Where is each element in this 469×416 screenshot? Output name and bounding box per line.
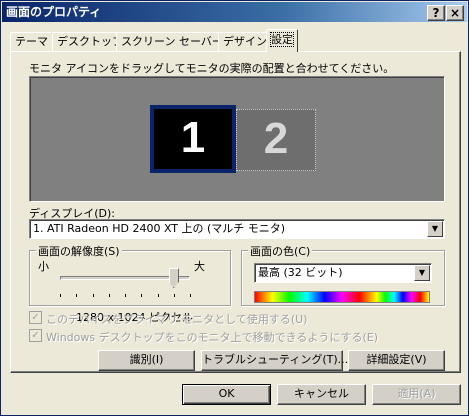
monitor-1[interactable]: 1 (150, 105, 236, 173)
display-select-value: 1. ATI Radeon HD 2400 XT 上の (マルチ モニタ) (33, 222, 286, 235)
tab-screensaver[interactable]: スクリーン セーバー (116, 32, 228, 51)
close-icon: × (449, 6, 461, 20)
troubleshoot-button[interactable]: トラブルシューティング(T)... (201, 350, 348, 371)
color-quality-value: 最高 (32 ビット) (258, 266, 343, 279)
monitor-1-number: 1 (154, 109, 232, 169)
ok-button[interactable]: OK (182, 384, 271, 405)
instruction-text: モニタ アイコンをドラッグしてモニタの実際の配置と合わせてください。 (29, 62, 395, 75)
title-bar[interactable]: 画面のプロパティ ? × (2, 2, 467, 22)
monitor-2[interactable]: 2 (236, 109, 316, 171)
tab-themes[interactable]: テーマ (10, 32, 53, 51)
color-quality-select[interactable]: 最高 (32 ビット) ▼ (254, 263, 432, 283)
resolution-min-label: 小 (38, 260, 49, 273)
primary-monitor-checkbox[interactable]: ✓ (29, 311, 42, 324)
checkmark-icon: ✓ (31, 312, 40, 323)
display-select[interactable]: 1. ATI Radeon HD 2400 XT 上の (マルチ モニタ) ▼ (29, 219, 445, 239)
color-group: 画面の色(C) 最高 (32 ビット) ▼ (241, 243, 445, 306)
slider-tick (190, 294, 191, 297)
slider-tick (76, 294, 78, 297)
tab-appearance[interactable]: デザイン (218, 32, 272, 51)
extend-desktop-label: Windows デスクトップをこのモニタ上で移動できるようにする(E) (46, 331, 379, 344)
chevron-down-icon: ▼ (418, 268, 426, 277)
identify-button[interactable]: 識別(I) (98, 350, 195, 371)
tab-settings[interactable]: 設定 (266, 29, 298, 52)
settings-panel: モニタ アイコンをドラッグしてモニタの実際の配置と合わせてください。 1 2 デ… (10, 51, 461, 373)
display-properties-window: 画面のプロパティ ? × テーマ デスクトップ スクリーン セーバー デザイン … (0, 0, 469, 416)
color-group-label: 画面の色(C) (248, 243, 313, 259)
chevron-down-icon: ▼ (431, 224, 439, 233)
advanced-button[interactable]: 詳細設定(V) (348, 350, 445, 371)
resolution-group: 画面の解像度(S) 小 大 1280 x 1024 ピクセル (29, 243, 231, 324)
slider-tick (125, 294, 126, 297)
help-button[interactable]: ? (427, 5, 445, 21)
checkmark-icon: ✓ (31, 330, 40, 341)
help-icon: ? (432, 6, 440, 20)
close-button[interactable]: × (446, 5, 464, 21)
primary-monitor-label: このデバイスをプライマリ モニタとして使用する(U) (46, 313, 308, 326)
slider-tick (60, 294, 61, 297)
apply-button[interactable]: 適用(A) (372, 384, 461, 405)
slider-tick (108, 294, 110, 297)
color-dropdown-button[interactable]: ▼ (414, 265, 430, 281)
display-dropdown-button[interactable]: ▼ (427, 221, 443, 237)
color-spectrum-bar (254, 291, 430, 303)
resolution-slider-thumb[interactable] (168, 268, 179, 288)
cancel-button[interactable]: キャンセル (277, 384, 366, 405)
resolution-max-label: 大 (194, 260, 205, 273)
slider-tick (92, 294, 94, 297)
monitor-2-number: 2 (263, 114, 289, 163)
extend-desktop-checkbox[interactable]: ✓ (29, 329, 42, 342)
slider-tick (141, 294, 143, 297)
slider-tick (173, 294, 175, 297)
monitor-arrangement-area[interactable]: 1 2 (29, 76, 445, 202)
slider-tick (157, 294, 159, 297)
resolution-group-label: 画面の解像度(S) (36, 243, 122, 259)
window-title: 画面のプロパティ (6, 5, 102, 19)
